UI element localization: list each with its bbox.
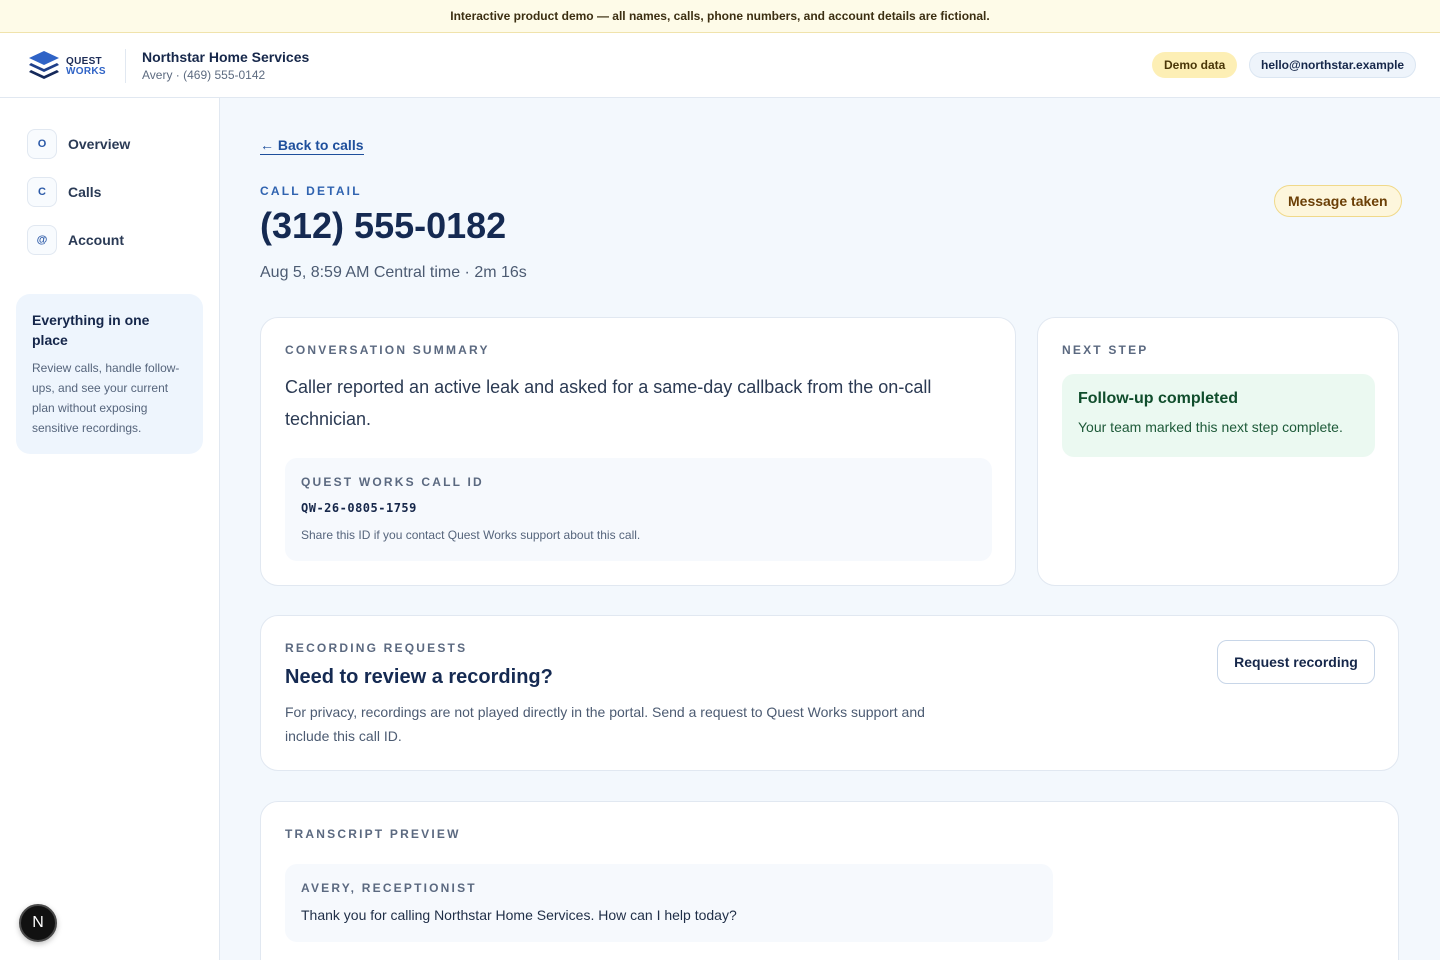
transcript-text: Thank you for calling Northstar Home Ser…	[301, 907, 737, 923]
transcript-preview-card: TRANSCRIPT PREVIEW AVERY, RECEPTIONIST T…	[260, 801, 1399, 960]
recording-title: Need to review a recording?	[285, 666, 553, 688]
call-id-value[interactable]: QW-26-0805-1759	[301, 501, 417, 515]
sidebar-item-label: Account	[68, 232, 124, 248]
request-recording-button[interactable]: Request recording	[1217, 640, 1375, 684]
demo-banner: Interactive product demo — all names, ca…	[0, 0, 1440, 33]
summary-text: Caller reported an active leak and asked…	[285, 377, 932, 429]
sidebar-info-card: Everything in one place Review calls, ha…	[16, 294, 203, 454]
next-step-title: Follow-up completed	[1078, 390, 1238, 407]
sidebar-item-overview[interactable]: O Overview	[27, 129, 130, 159]
next-step-eyebrow: NEXT STEP	[1062, 343, 1149, 357]
next-step-body: Your team marked this next step complete…	[1078, 419, 1343, 435]
sidebar-card-body: Review calls, handle follow-ups, and see…	[32, 361, 180, 435]
next-step-card: NEXT STEP Follow-up completed Your team …	[1037, 317, 1399, 586]
conversation-summary-card: CONVERSATION SUMMARY Caller reported an …	[260, 317, 1016, 586]
sidebar-item-calls[interactable]: C Calls	[27, 177, 101, 207]
call-detail-eyebrow: CALL DETAIL	[260, 184, 362, 198]
transcript-eyebrow: TRANSCRIPT PREVIEW	[285, 827, 461, 841]
top-bar: QUEST WORKS Northstar Home Services Aver…	[0, 33, 1440, 98]
sidebar-card-title: Everything in one place	[32, 312, 150, 348]
business-subtitle: Avery · (469) 555-0142	[142, 68, 266, 82]
account-email-button[interactable]: hello@northstar.example	[1249, 52, 1417, 78]
sidebar-item-label: Overview	[68, 136, 131, 152]
dev-tools-avatar[interactable]: N	[19, 904, 57, 942]
transcript-turn: AVERY, RECEPTIONIST Thank you for callin…	[285, 864, 1053, 942]
demo-banner-text: Interactive product demo — all names, ca…	[450, 9, 990, 23]
recording-requests-card: RECORDING REQUESTS Need to review a reco…	[260, 615, 1399, 771]
call-meta: Aug 5, 8:59 AM Central time · 2m 16s	[260, 264, 527, 281]
logo-word-works: WORKS	[66, 66, 106, 77]
calls-icon: C	[27, 177, 57, 207]
demo-data-badge: Demo data	[1152, 52, 1238, 78]
overview-icon: O	[27, 129, 57, 159]
quest-works-logo[interactable]: QUEST WORKS	[27, 49, 109, 83]
call-id-label: QUEST WORKS CALL ID	[301, 475, 484, 489]
recording-eyebrow: RECORDING REQUESTS	[285, 641, 468, 655]
sidebar-item-label: Calls	[68, 184, 102, 200]
header-divider	[125, 49, 126, 83]
layers-logo-icon	[29, 51, 59, 79]
business-name: Northstar Home Services	[142, 49, 310, 65]
page-title: (312) 555-0182	[260, 205, 507, 246]
recording-body: For privacy, recordings are not played d…	[285, 704, 925, 744]
call-id-note: Share this ID if you contact Quest Works…	[301, 528, 641, 542]
call-id-box: QUEST WORKS CALL ID QW-26-0805-1759 Shar…	[285, 458, 992, 561]
sidebar: O Overview C Calls @ Account Everything …	[0, 98, 220, 960]
account-icon: @	[27, 225, 57, 255]
back-to-calls-link[interactable]: ← Back to calls	[260, 137, 364, 155]
summary-eyebrow: CONVERSATION SUMMARY	[285, 343, 490, 357]
status-badge: Message taken	[1274, 185, 1402, 217]
sidebar-item-account[interactable]: @ Account	[27, 225, 124, 255]
transcript-speaker: AVERY, RECEPTIONIST	[301, 881, 477, 895]
next-step-status: Follow-up completed Your team marked thi…	[1062, 374, 1375, 457]
